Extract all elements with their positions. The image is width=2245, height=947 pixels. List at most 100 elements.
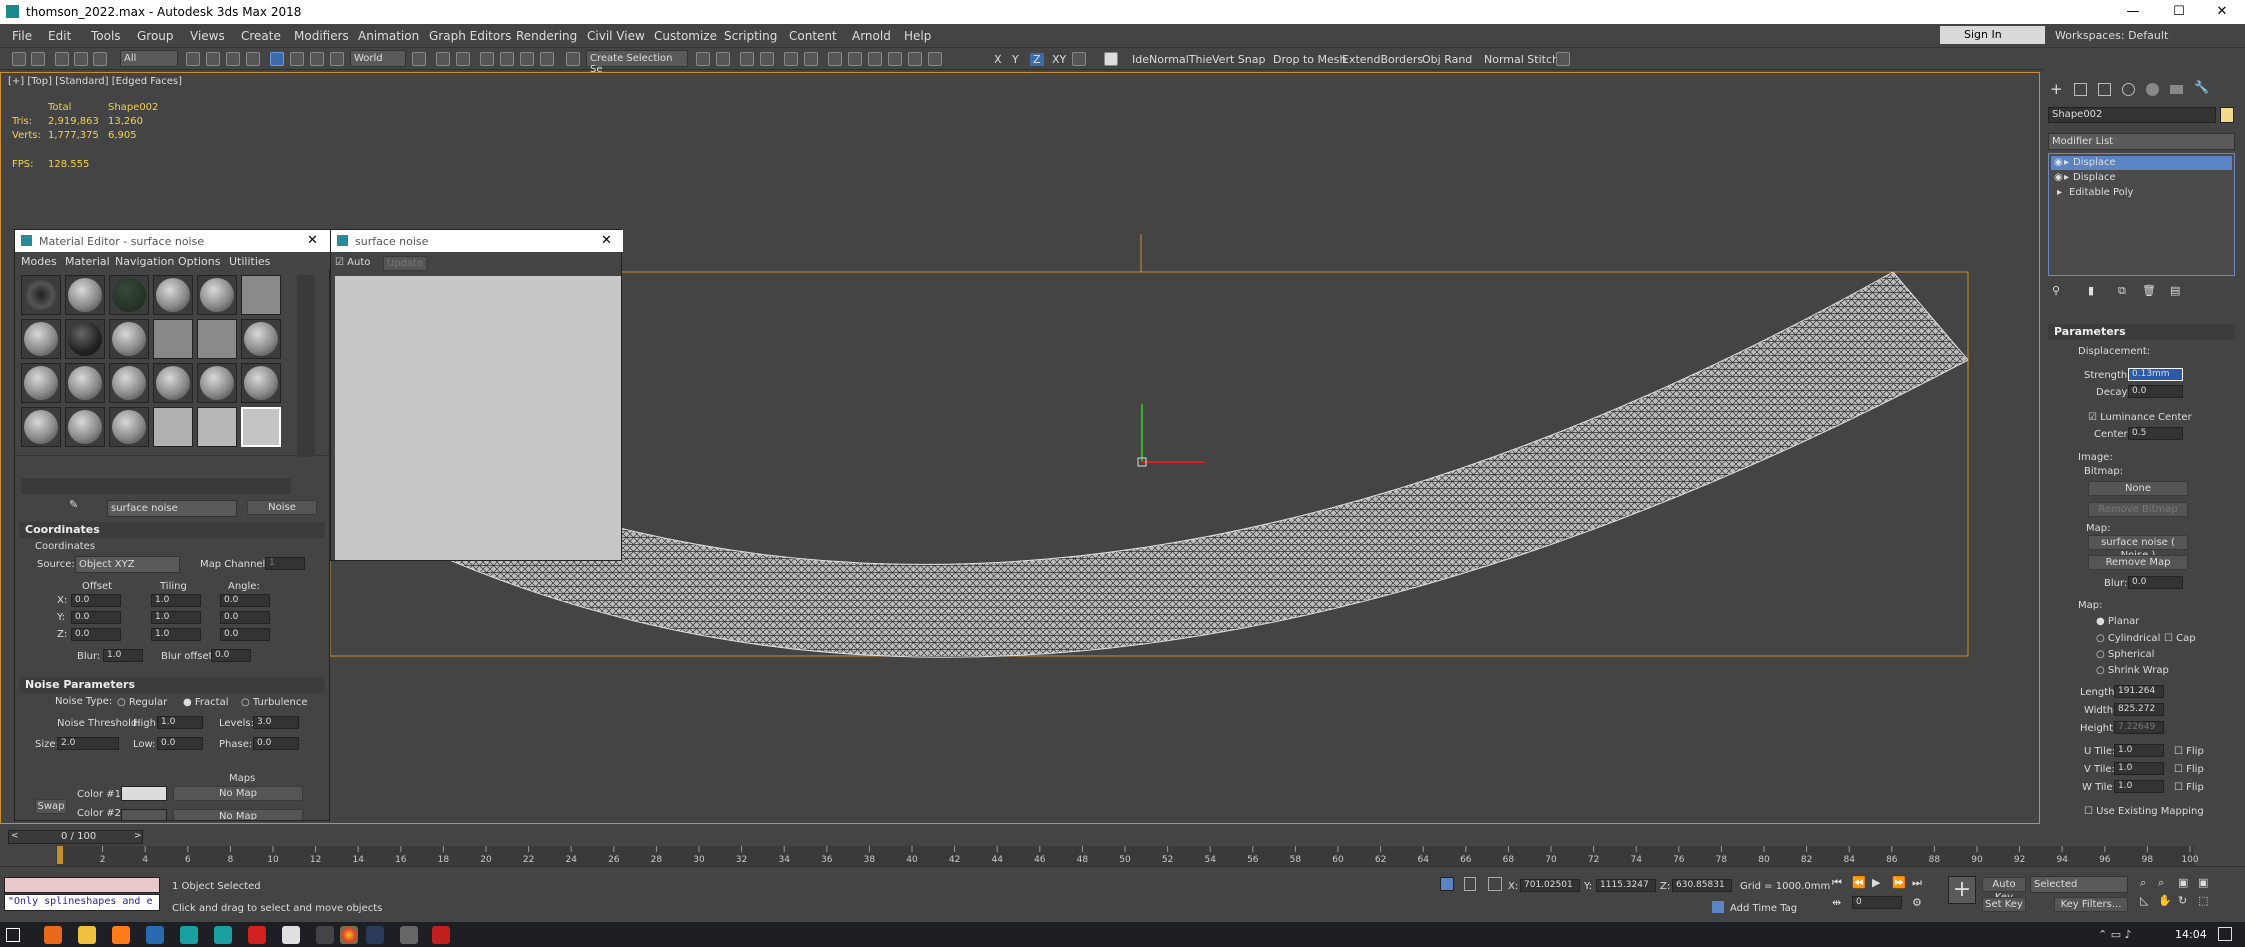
script-button-3[interactable]: ExtendBorders [1342,53,1423,66]
schematic-view-icon[interactable] [804,52,818,66]
select-and-rotate-icon[interactable] [290,52,304,66]
sample-slot[interactable] [109,319,149,359]
cap-checkbox[interactable]: ☐ Cap [2164,633,2196,644]
sample-slot[interactable] [65,275,105,315]
make-unique-icon[interactable]: ⧉ [2118,284,2126,298]
curve-editor-icon[interactable] [784,52,798,66]
u-flip-checkbox[interactable]: ☐ Flip [2174,746,2204,757]
low-spinner[interactable]: 0.0 [157,737,203,750]
menu-views[interactable]: Views [190,29,225,43]
lock-selection-icon[interactable] [1464,877,1476,891]
stack-item-displace-2[interactable]: ◉ ▸ Displace [2051,171,2232,185]
material-editor-titlebar[interactable]: Material Editor - surface noise ✕ [15,230,331,252]
sample-slot[interactable] [241,275,281,315]
bitmap-button[interactable]: None [2088,481,2188,496]
taskbar-app-photoshop-icon[interactable] [146,926,164,944]
key-set-dropdown[interactable]: Selected [2030,876,2128,893]
strength-spinner[interactable]: 0.13mm [2128,368,2183,381]
expand-icon[interactable]: ▸ [2064,171,2069,185]
sample-slot[interactable] [21,319,61,359]
sample-slot[interactable] [21,407,61,447]
isolate-selection-icon[interactable] [1440,877,1454,891]
auto-key-button[interactable]: Auto Key [1982,877,2026,903]
high-spinner[interactable]: 1.0 [157,716,203,729]
blur-spinner-right[interactable]: 0.0 [2128,576,2183,589]
rectangular-selection-icon[interactable] [226,52,240,66]
system-tray-icons[interactable]: ⌃ ▭ ♪ [2098,928,2132,941]
axis-z-button[interactable]: Z [1030,53,1044,66]
undo-icon[interactable] [12,52,26,66]
sample-slot[interactable] [241,363,281,403]
snaps-toggle-icon[interactable] [480,52,494,66]
hierarchy-tab-icon[interactable] [2098,83,2111,96]
time-tag-icon[interactable] [1712,901,1724,913]
noise-regular-radio[interactable]: ○ Regular [117,697,167,708]
blur-offset-spinner[interactable]: 0.0 [211,649,251,662]
color2-map-button[interactable]: No Map [173,809,303,820]
offset-z-spinner[interactable]: 0.0 [71,628,121,641]
tiling-x-spinner[interactable]: 1.0 [151,594,201,607]
taskbar-app-tool-icon[interactable] [316,926,334,944]
pin-stack-icon[interactable]: ⚲ [2052,284,2060,297]
sample-slot[interactable] [65,363,105,403]
cylindrical-radio[interactable]: ○ Cylindrical [2096,633,2160,644]
menu-create[interactable]: Create [241,29,281,43]
script-button-2[interactable]: Drop to Mesh [1273,53,1346,66]
zoom-extents-all-icon[interactable]: ▣ [2198,876,2208,889]
matedit-menu-options[interactable]: Options [178,255,220,268]
absolute-mode-icon[interactable] [1488,877,1502,891]
menu-rendering[interactable]: Rendering [516,29,577,43]
axis-y-button[interactable]: Y [1012,53,1019,66]
material-editor-window[interactable]: Material Editor - surface noise ✕ Modes … [14,229,331,821]
remove-bitmap-button[interactable]: Remove Bitmap [2088,502,2188,517]
tiling-z-spinner[interactable]: 1.0 [151,628,201,641]
unlink-icon[interactable] [74,52,88,66]
zoom-extents-icon[interactable]: ▣ [2178,876,2188,889]
taskbar-app-misc-icon[interactable] [400,926,418,944]
expand-icon[interactable]: ▸ [2064,156,2069,170]
sample-slot[interactable] [65,319,105,359]
expand-icon[interactable]: ▸ [2057,186,2062,200]
stack-item-editable-poly[interactable]: ▸ Editable Poly [2051,186,2232,200]
noise-fractal-radio[interactable]: ● Fractal [183,697,229,708]
height-spinner[interactable]: 7.22649 [2114,721,2164,734]
reference-coordinate-dropdown[interactable]: World [350,50,406,67]
offset-x-spinner[interactable]: 0.0 [71,594,121,607]
configure-sets-icon[interactable]: ▤ [2170,284,2180,297]
script-button-5[interactable]: Normal Stitch [1484,53,1559,66]
menu-civil-view[interactable]: Civil View [587,29,645,43]
use-existing-mapping-checkbox[interactable]: ☐ Use Existing Mapping [2084,806,2204,817]
object-color-swatch[interactable] [2220,107,2234,123]
menu-help[interactable]: Help [904,29,931,43]
planar-radio[interactable]: ● Planar [2096,616,2139,627]
close-button[interactable]: ✕ [2199,0,2245,24]
matedit-menu-modes[interactable]: Modes [21,255,57,268]
utilities-tab-icon[interactable] [2170,85,2183,94]
key-filters-button[interactable]: Key Filters... [2054,897,2128,912]
sample-slot[interactable] [21,275,61,315]
time-slider[interactable]: < 0 / 100 > [8,830,143,844]
axis-constraint-icon[interactable] [1072,52,1086,66]
edit-named-selection-icon[interactable] [566,52,580,66]
sample-slot[interactable] [109,363,149,403]
current-frame-field[interactable]: 0 [1852,896,1902,909]
script-icon[interactable] [1104,52,1118,66]
pan-icon[interactable]: ✋ [2158,894,2172,907]
menu-content[interactable]: Content [789,29,837,43]
material-editor-icon[interactable] [828,52,842,66]
noise-params-rollout-header[interactable]: Noise Parameters [19,677,325,693]
add-time-tag[interactable]: Add Time Tag [1730,903,1797,914]
y-coord-field[interactable]: 1115.3247 [1596,879,1656,892]
selection-filter-dropdown[interactable]: All [120,50,178,67]
color1-map-button[interactable]: No Map [173,786,303,801]
redo-icon[interactable] [31,52,45,66]
arnold-render-icon[interactable] [928,52,942,66]
time-slider-next-icon[interactable]: > [134,831,142,841]
stack-item-displace-1[interactable]: ◉ ▸ Displace [2051,156,2232,170]
start-icon[interactable] [6,928,20,942]
axis-xy-button[interactable]: XY [1052,53,1066,66]
sample-slot[interactable] [197,319,237,359]
select-and-scale-icon[interactable] [310,52,324,66]
width-spinner[interactable]: 825.272 [2114,703,2164,716]
u-tile-spinner[interactable]: 1.0 [2114,744,2164,757]
